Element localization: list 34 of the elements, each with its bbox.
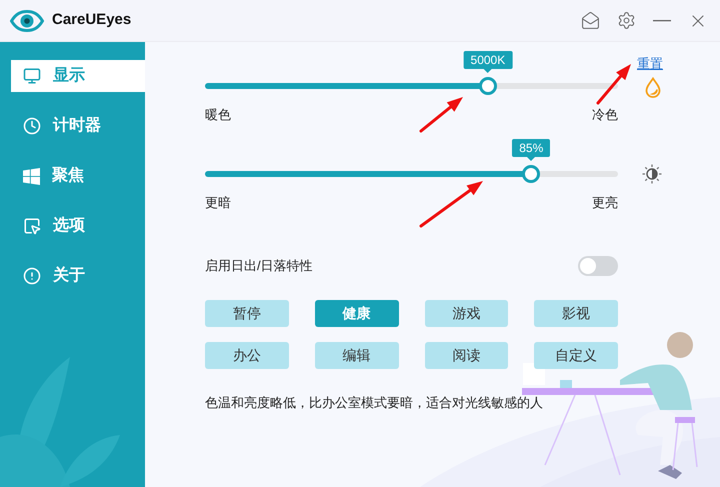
slider-min-label: 暖色: [205, 106, 231, 124]
mail-button[interactable]: [580, 10, 600, 30]
mode-button[interactable]: 自定义: [534, 342, 618, 369]
slider-max-label: 冷色: [592, 106, 618, 124]
annotation-arrow: [420, 97, 463, 132]
settings-icon: [616, 11, 636, 30]
annotation-arrow: [596, 64, 631, 104]
slider-thumb[interactable]: [522, 164, 540, 182]
monitor-icon: [23, 67, 41, 85]
app-title: CareUEyes: [52, 10, 132, 30]
mode-button[interactable]: 办公: [205, 342, 289, 369]
windows-logo-icon: [23, 168, 40, 184]
slider-min-label: 更暗: [205, 194, 231, 212]
annotation-arrow: [420, 181, 483, 228]
mode-description: 色温和亮度略低，比办公室模式要暗，适合对光线敏感的人: [205, 394, 544, 412]
mode-button[interactable]: 暂停: [205, 300, 289, 327]
envelope-icon: [580, 11, 600, 30]
slider-thumb[interactable]: [478, 77, 497, 95]
clock-icon: [23, 117, 41, 135]
mode-button[interactable]: 编辑: [314, 342, 398, 369]
cursor-square-icon: [23, 217, 41, 235]
settings-button[interactable]: [616, 10, 636, 30]
mode-button[interactable]: 影视: [534, 300, 618, 327]
exclamation-circle-icon: [23, 267, 41, 285]
sunrise-label: 启用日出/日落特性: [205, 257, 313, 276]
slider-max-label: 更亮: [592, 194, 618, 212]
minimize-icon: [653, 20, 671, 22]
reset-link[interactable]: 重置: [637, 55, 663, 73]
droplet-icon: [644, 77, 662, 99]
brightness-icon: [642, 164, 662, 184]
eye-logo-icon: [10, 10, 44, 32]
mode-button[interactable]: 阅读: [424, 342, 508, 369]
toggle-switch[interactable]: [578, 256, 618, 276]
mode-button[interactable]: 游戏: [424, 300, 508, 327]
